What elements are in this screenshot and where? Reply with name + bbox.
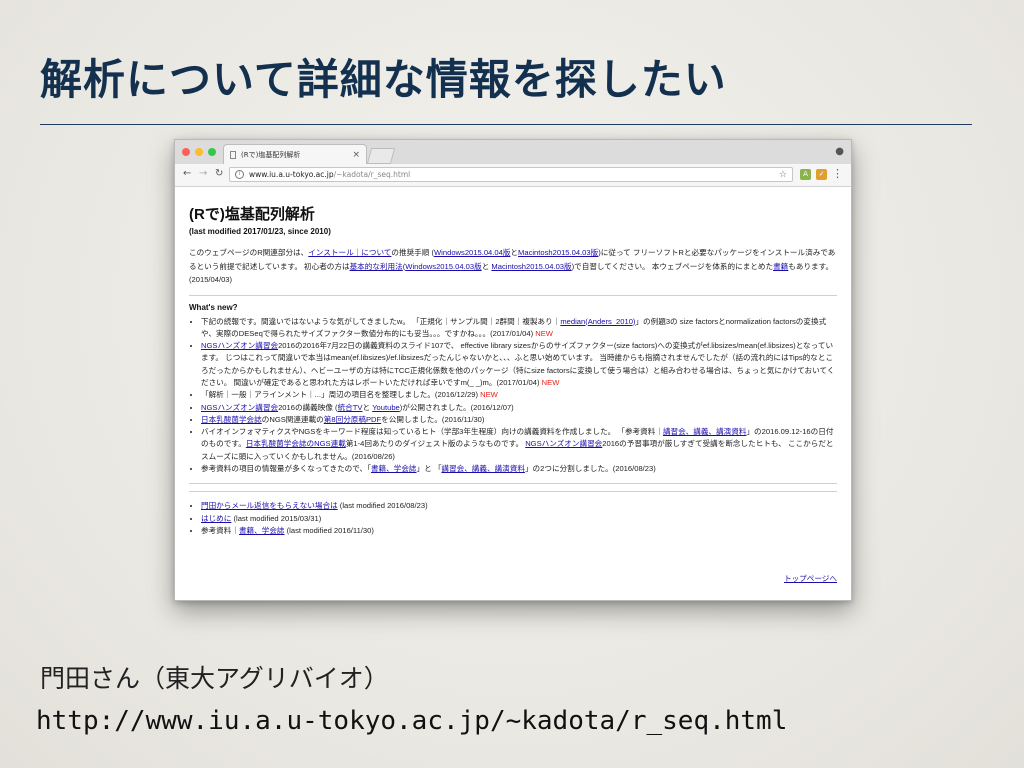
news-item: 「解析｜一般｜アラインメント｜...」周辺の項目名を整理しました。(2016/1… bbox=[201, 389, 837, 401]
text-run: 第1-4回あたりのダイジェスト版のようなものです。 bbox=[345, 439, 526, 449]
text-run: (last modified 2015/03/31) bbox=[231, 513, 322, 523]
text-run: (last modified 2016/08/23) bbox=[337, 501, 428, 511]
extension-translate-icon[interactable]: A bbox=[800, 169, 811, 180]
text-run: バイオインフォマティクスやNGSをキーワード程度は知っているヒト（学部3年生程度… bbox=[201, 427, 663, 437]
news-item: NGSハンズオン講習会2016の講義映像 (統合TVと Youtube)が公開さ… bbox=[201, 402, 837, 414]
inline-link[interactable]: 日本乳酸菌学会誌 bbox=[201, 415, 262, 424]
text-run: このウェブページのR関連部分は、 bbox=[189, 248, 309, 257]
section-link-item: 門田からメール返信をもらえない場合は (last modified 2016/0… bbox=[201, 500, 837, 512]
inline-link[interactable]: 書籍、学会誌 bbox=[239, 526, 285, 535]
new-badge: NEW bbox=[541, 377, 560, 387]
extension-icon[interactable]: ✓ bbox=[816, 169, 827, 180]
section-link-item: 参考資料｜書籍、学会誌 (last modified 2016/11/30) bbox=[201, 525, 837, 537]
inline-link[interactable]: NGSハンズオン講習会 bbox=[201, 341, 278, 350]
text-run: (last modified 2016/11/30) bbox=[284, 525, 374, 535]
inline-link[interactable]: Youtube bbox=[372, 403, 400, 412]
inline-link[interactable]: 日本乳酸菌学会誌のNGS連載 bbox=[246, 439, 346, 448]
address-host: www.iu.a.u-tokyo.ac.jp bbox=[249, 170, 334, 179]
bookmark-star-icon[interactable]: ☆ bbox=[779, 170, 787, 180]
new-tab-button[interactable] bbox=[366, 148, 396, 164]
browser-menu-icon[interactable]: ⋮ bbox=[832, 167, 843, 180]
document-icon bbox=[230, 150, 236, 159]
text-run: を公開しました。(2016/11/30) bbox=[381, 414, 485, 424]
address-path: /~kadota/r_seq.html bbox=[333, 170, 411, 179]
minimize-window-button[interactable] bbox=[195, 148, 203, 156]
inline-link[interactable]: NGSハンズオン講習会 bbox=[201, 403, 278, 412]
tab-active[interactable]: (Rで)塩基配列解析 × bbox=[223, 144, 367, 164]
text-run: 「解析｜一般｜アラインメント｜...」周辺の項目名を整理しました。(2016/1… bbox=[201, 390, 481, 400]
news-item: バイオインフォマティクスやNGSをキーワード程度は知っているヒト（学部3年生程度… bbox=[201, 426, 837, 463]
inline-link[interactable]: インストール｜について bbox=[308, 248, 391, 257]
text-run: の推奨手順 ( bbox=[391, 248, 435, 257]
text-run: )で自習してください。 本ウェブページを体系的にまとめた bbox=[571, 261, 774, 271]
news-item: 参考資料の項目の情報量が多くなってきたので、「書籍、学会誌」と 「講習会、講義、… bbox=[201, 463, 837, 475]
window-controls bbox=[182, 148, 216, 156]
inline-link[interactable]: 統合TV bbox=[338, 403, 363, 412]
divider bbox=[189, 483, 837, 485]
reload-icon[interactable]: ↻ bbox=[215, 168, 223, 179]
intro-paragraph: このウェブページのR関連部分は、インストール｜についての推奨手順 (Window… bbox=[189, 246, 837, 287]
inline-link[interactable]: NGSハンズオン講習会 bbox=[525, 439, 602, 448]
divider bbox=[189, 294, 837, 296]
forward-icon[interactable]: → bbox=[199, 168, 207, 179]
inline-link[interactable]: Macintosh2015.04.03版 bbox=[491, 262, 571, 271]
text-run: 」と 「 bbox=[416, 464, 442, 474]
new-badge: NEW bbox=[480, 390, 498, 400]
page-heading: (Rで)塩基配列解析 bbox=[189, 206, 315, 223]
section-link-item: はじめに (last modified 2015/03/31) bbox=[201, 513, 837, 525]
text-run: 参考資料の項目の情報量が多くなってきたので、「 bbox=[201, 464, 371, 474]
page-last-modified: (last modified 2017/01/23, since 2010) bbox=[189, 227, 331, 236]
inline-link[interactable]: 第8回分原稿PDF bbox=[324, 415, 381, 424]
info-icon[interactable]: i bbox=[235, 170, 244, 179]
divider bbox=[189, 491, 837, 493]
top-page-link[interactable]: トップページへ bbox=[784, 573, 837, 584]
news-item: 日本乳酸菌学会誌のNGS関連連載の第8回分原稿PDFを公開しました。(2016/… bbox=[201, 414, 837, 426]
inline-link[interactable]: Windows2015.04.04版 bbox=[434, 248, 510, 257]
inline-link[interactable]: median(Anders_2010) bbox=[560, 317, 635, 326]
news-item: NGSハンズオン講習会2016の2016年7月22日の講義資料のスライド107で… bbox=[201, 340, 837, 389]
text-run: と bbox=[481, 261, 492, 271]
section-list: 門田からメール返信をもらえない場合は (last modified 2016/0… bbox=[189, 500, 837, 537]
close-window-button[interactable] bbox=[182, 148, 190, 156]
inline-link[interactable]: Windows2015.04.03版 bbox=[405, 262, 481, 271]
inline-link[interactable]: 基本的な利用法 bbox=[350, 262, 403, 271]
text-run: 参考資料｜ bbox=[201, 525, 239, 535]
speaker-name: 門田さん（東大アグリバイオ） bbox=[40, 664, 389, 693]
browser-toolbar: ← → ↻ i www.iu.a.u-tokyo.ac.jp /~kadota/… bbox=[175, 164, 851, 187]
browser-window: (Rで)塩基配列解析 × ● ← → ↻ i www.iu.a.u-tokyo.… bbox=[174, 139, 852, 601]
address-bar[interactable]: i www.iu.a.u-tokyo.ac.jp /~kadota/r_seq.… bbox=[229, 167, 793, 182]
text-run: と bbox=[362, 402, 373, 412]
news-item: 下記の続報です。間違いではないような気がしてきましたw。 「正規化｜サンプル間｜… bbox=[201, 316, 837, 341]
text-run: )が公開されました。(2016/12/07) bbox=[399, 402, 514, 412]
text-run: 2016の講義映像 ( bbox=[278, 402, 338, 412]
inline-link[interactable]: 書籍 bbox=[773, 262, 788, 271]
text-run: 下記の続報です。間違いではないような気がしてきましたw。 「正規化｜サンプル間｜… bbox=[201, 316, 561, 326]
reference-url: http://www.iu.a.u-tokyo.ac.jp/~kadota/r_… bbox=[36, 706, 788, 736]
inline-link[interactable]: 講習会、講義、講演資料 bbox=[441, 464, 525, 473]
profile-icon[interactable]: ● bbox=[835, 146, 844, 157]
inline-link[interactable]: Macintosh2015.04.03版 bbox=[518, 248, 598, 257]
tab-strip: (Rで)塩基配列解析 × ● bbox=[175, 140, 851, 164]
close-tab-icon[interactable]: × bbox=[352, 150, 360, 160]
inline-link[interactable]: はじめに bbox=[201, 514, 231, 523]
inline-link[interactable]: 講習会、講義、講演資料 bbox=[663, 427, 747, 436]
tab-title: (Rで)塩基配列解析 bbox=[241, 150, 301, 159]
zoom-window-button[interactable] bbox=[208, 148, 216, 156]
text-run: 2016の2016年7月22日の講義資料のスライド107で、 effective… bbox=[201, 341, 835, 387]
web-page: (Rで)塩基配列解析 (last modified 2017/01/23, si… bbox=[175, 187, 851, 600]
text-run: と bbox=[510, 248, 519, 257]
text-run: のNGS関連連載の bbox=[261, 414, 324, 424]
title-divider bbox=[40, 124, 972, 125]
whats-new-heading: What's new? bbox=[189, 302, 238, 312]
text-run: 」の2つに分割しました。(2016/08/23) bbox=[524, 464, 656, 474]
inline-link[interactable]: 書籍、学会誌 bbox=[371, 464, 417, 473]
inline-link[interactable]: 門田からメール返信をもらえない場合は bbox=[201, 501, 338, 510]
slide-title: 解析について詳細な情報を探したい bbox=[40, 55, 727, 104]
back-icon[interactable]: ← bbox=[183, 168, 191, 179]
news-list: 下記の続報です。間違いではないような気がしてきましたw。 「正規化｜サンプル間｜… bbox=[189, 316, 837, 476]
new-badge: NEW bbox=[535, 328, 553, 338]
